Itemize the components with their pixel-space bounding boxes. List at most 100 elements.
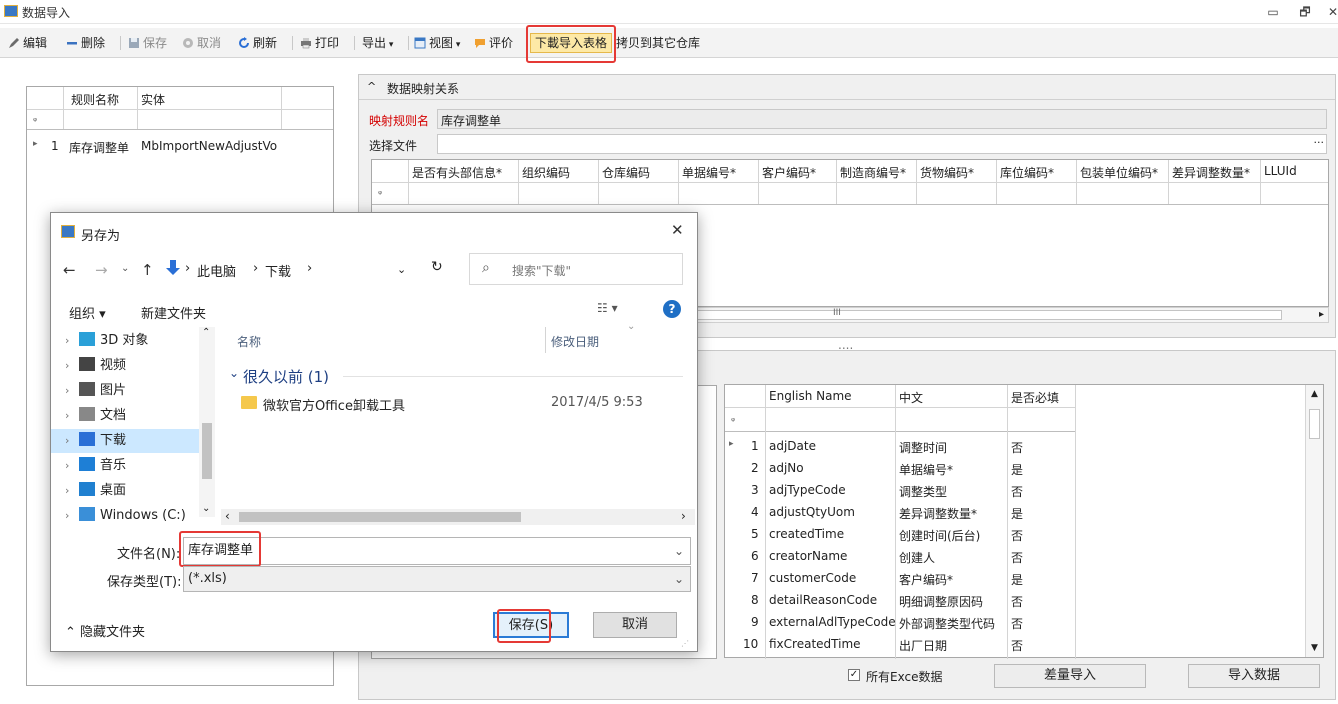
filetype-select[interactable]: (*.xls) ⌄ [183, 566, 691, 592]
table-row[interactable]: ▸ 1 adjDate 调整时间 否 [725, 435, 1075, 457]
file-hscrollbar[interactable]: ‹ › [221, 509, 695, 525]
chevron-right-icon[interactable]: › [65, 379, 79, 403]
rule-name-cell[interactable]: 库存调整单 [69, 139, 129, 156]
chevron-down-icon[interactable]: ⌄ [121, 263, 129, 274]
search-input[interactable]: ⌕ 搜索"下载" [469, 253, 683, 285]
minimize-icon[interactable]: ▭ [1262, 3, 1284, 21]
resize-grip[interactable]: ⋰ [681, 639, 689, 648]
chevron-right-icon[interactable]: › [65, 329, 79, 353]
hide-folders-toggle[interactable]: ⌃ 隐藏文件夹 [65, 621, 145, 640]
fields-col-header[interactable]: 中文 [899, 389, 923, 406]
mapping-col-header[interactable]: 包装单位编码* [1080, 164, 1168, 181]
table-row[interactable]: 8 detailReasonCode 明细调整原因码 否 [725, 589, 1075, 611]
restore-icon[interactable]: 🗗 [1294, 3, 1316, 21]
cancel-button[interactable]: 取消 [182, 34, 221, 52]
cancel-button[interactable]: 取消 [593, 612, 677, 638]
mapping-col-header[interactable]: 差异调整数量* [1172, 164, 1260, 181]
table-row[interactable]: 10 fixCreatedTime 出厂日期 否 [725, 633, 1075, 655]
scroll-thumb[interactable] [1309, 409, 1320, 439]
file-group-header[interactable]: ⌄ 很久以前 (1) [227, 365, 687, 387]
scroll-thumb[interactable]: III [692, 308, 1282, 320]
chevron-right-icon[interactable]: › [681, 509, 686, 523]
table-row[interactable]: 6 creatorName 创建人 否 [725, 545, 1075, 567]
nav-item[interactable]: › 桌面 [65, 479, 251, 503]
chevron-up-icon[interactable]: ▲ [1311, 389, 1318, 399]
fields-col-header[interactable]: 是否必填 [1011, 389, 1059, 406]
table-row[interactable]: 5 createdTime 创建时间(后台) 否 [725, 523, 1075, 545]
breadcrumb-item[interactable]: 下载 [265, 261, 291, 280]
chevron-right-icon[interactable]: › [65, 504, 79, 528]
help-icon[interactable]: ? [663, 300, 681, 318]
rules-col-header[interactable]: 规则名称 [71, 91, 119, 108]
save-button[interactable]: 保存 [128, 34, 167, 52]
chevron-down-icon[interactable]: ⌄ [397, 263, 406, 276]
scroll-thumb[interactable] [202, 423, 212, 479]
chevron-right-icon[interactable]: › [65, 429, 79, 453]
nav-scrollbar[interactable]: ⌃ ⌄ [199, 327, 215, 517]
copy-to-other-warehouse-button[interactable]: 拷贝到其它仓库 [616, 34, 700, 52]
col-name[interactable]: 名称 [237, 333, 261, 350]
mapping-col-header[interactable]: 单据编号* [682, 164, 758, 181]
fields-col-header[interactable]: English Name [769, 389, 852, 403]
mapping-col-header[interactable]: LLUId [1264, 164, 1320, 178]
export-menu[interactable]: 导出 ▾ [362, 34, 393, 52]
col-modified[interactable]: 修改日期 [551, 333, 599, 350]
view-options-icon[interactable]: ☷ ▾ [597, 301, 618, 315]
view-menu[interactable]: 视图 ▾ [414, 34, 460, 52]
fields-vscrollbar[interactable]: ▲ ▼ [1305, 385, 1323, 657]
print-button[interactable]: 打印 [300, 34, 339, 52]
mapping-col-header[interactable]: 组织编码 [522, 164, 598, 181]
chevron-down-icon[interactable]: ⌄ [674, 567, 684, 591]
close-icon[interactable]: ✕ [671, 221, 684, 239]
breadcrumb-item[interactable]: 此电脑 [197, 261, 236, 280]
filter-icon[interactable]: ᵩ [33, 113, 37, 124]
nav-item[interactable]: › 音乐 [65, 454, 251, 478]
import-data-button[interactable]: 导入数据 [1188, 664, 1320, 688]
filter-icon[interactable]: ᵩ [378, 186, 382, 197]
new-folder-button[interactable]: 新建文件夹 [141, 303, 206, 322]
table-row[interactable]: 4 adjustQtyUom 差异调整数量* 是 [725, 501, 1075, 523]
mapping-col-header[interactable]: 客户编码* [762, 164, 836, 181]
select-file-input[interactable]: ··· [437, 134, 1327, 154]
chevron-down-icon[interactable]: ⌄ [627, 321, 635, 332]
table-row[interactable]: ▸ 1 库存调整单 MbImportNewAdjustVo [27, 135, 333, 157]
chevron-left-icon[interactable]: ‹ [225, 509, 230, 523]
rate-button[interactable]: 评价 [474, 34, 513, 52]
chevron-right-icon[interactable]: › [65, 354, 79, 378]
chevron-down-icon[interactable]: ⌄ [202, 503, 210, 514]
chevron-up-icon[interactable]: ⌃ [202, 327, 210, 338]
mapping-col-header[interactable]: 仓库编码 [602, 164, 678, 181]
file-row[interactable]: 微软官方Office卸载工具 2017/4/5 9:53 [233, 393, 681, 415]
diff-import-button[interactable]: 差量导入 [994, 664, 1146, 688]
chevron-down-icon[interactable]: ▼ [1311, 643, 1318, 653]
table-row[interactable]: 2 adjNo 单据编号* 是 [725, 457, 1075, 479]
browse-button[interactable]: ··· [1314, 136, 1325, 149]
rule-entity-cell[interactable]: MbImportNewAdjustVo [141, 139, 331, 153]
forward-icon[interactable]: → [95, 261, 108, 279]
nav-item[interactable]: › 3D 对象 [65, 329, 251, 353]
up-icon[interactable]: ↑ [141, 261, 154, 279]
close-icon[interactable]: ✕ [1322, 3, 1338, 21]
nav-item[interactable]: › 视频 [65, 354, 251, 378]
table-row[interactable]: 7 customerCode 客户编码* 是 [725, 567, 1075, 589]
mapping-col-header[interactable]: 是否有头部信息* [412, 164, 518, 181]
scroll-thumb[interactable] [239, 512, 521, 522]
nav-item[interactable]: › 文档 [65, 404, 251, 428]
edit-button[interactable]: 编辑 [8, 34, 47, 52]
chevron-right-icon[interactable]: › [65, 479, 79, 503]
collapse-icon[interactable]: ^ [367, 80, 376, 93]
refresh-icon[interactable]: ↻ [431, 259, 443, 275]
organize-menu[interactable]: 组织 ▾ [69, 303, 106, 322]
chevron-right-icon[interactable]: › [65, 454, 79, 478]
rules-col-header[interactable]: 实体 [141, 91, 165, 108]
mapping-col-header[interactable]: 库位编码* [1000, 164, 1076, 181]
address-bar[interactable]: › 此电脑 › 下载 › ⌄ ↻ [163, 253, 457, 285]
nav-item[interactable]: › 图片 [65, 379, 251, 403]
table-row[interactable]: 9 externalAdlTypeCode 外部调整类型代码 否 [725, 611, 1075, 633]
table-row[interactable]: 3 adjTypeCode 调整类型 否 [725, 479, 1075, 501]
chevron-right-icon[interactable]: › [65, 404, 79, 428]
back-icon[interactable]: ← [63, 261, 76, 279]
refresh-button[interactable]: 刷新 [238, 34, 277, 52]
chevron-right-icon[interactable]: ▸ [1319, 309, 1324, 320]
mapping-col-header[interactable]: 制造商编号* [840, 164, 916, 181]
